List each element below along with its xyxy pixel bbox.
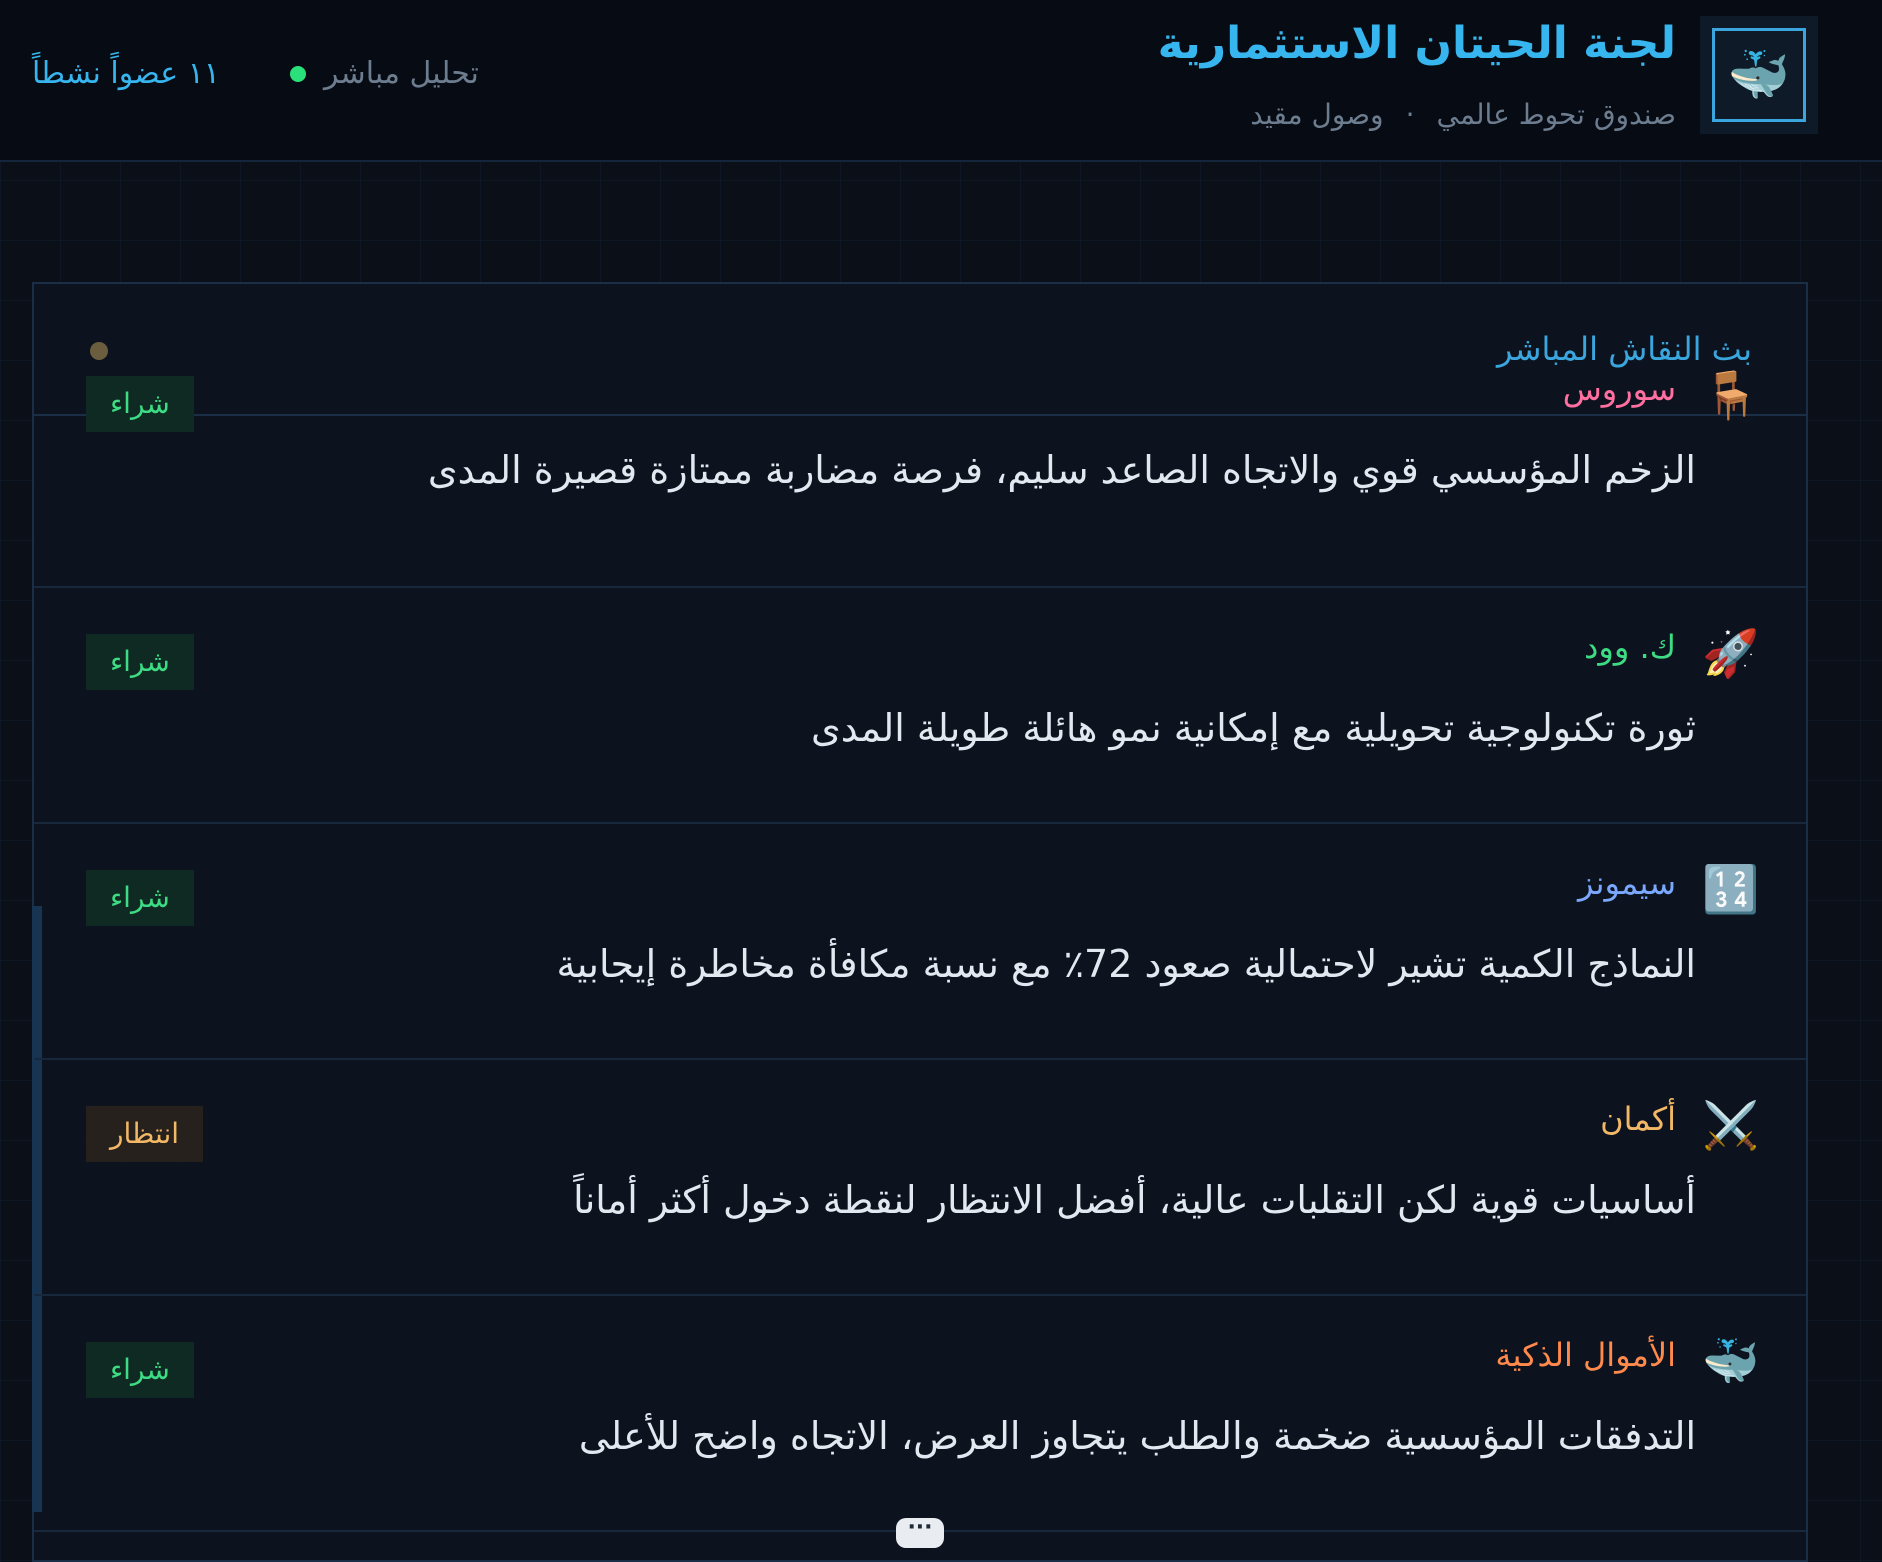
wait-badge: انتظار [86, 1106, 204, 1162]
message-text: التدفقات المؤسسية ضخمة والطلب يتجاوز الع… [578, 1414, 1696, 1458]
buy-badge: شراء [86, 376, 194, 432]
numbers-icon: 🔢 [1702, 862, 1760, 916]
logo: 🐳 [1700, 16, 1818, 134]
buy-badge: شراء [86, 1342, 194, 1398]
page-title: لجنة الحيتان الاستثمارية [1157, 18, 1676, 69]
more-button[interactable]: ··· [896, 1517, 944, 1548]
member-name: أكمان [1600, 1100, 1676, 1138]
message-item: 🐳 الأموال الذكية التدفقات المؤسسية ضخمة وا… [34, 1298, 1806, 1532]
live-label: تحليل مباشر [324, 56, 479, 91]
message-item: 🔢 سيمونز النماذج الكمية تشير لاحتمالية صعو… [34, 826, 1806, 1060]
message-text: ثورة تكنولوجية تحويلية مع إمكانية نمو ها… [810, 706, 1696, 750]
buy-badge: شراء [86, 634, 194, 690]
subtitle: صندوق تحوط عالمي · وصول مقيد [1250, 98, 1676, 131]
message-item: 🚀 ك. وود ثورة تكنولوجية تحويلية مع إمكانية… [34, 590, 1806, 824]
message-text: النماذج الكمية تشير لاحتمالية صعود 72٪ م… [556, 942, 1696, 986]
member-name: سوروس [1562, 370, 1676, 408]
subtitle-access: وصول مقيد [1250, 98, 1384, 131]
member-name: الأموال الذكية [1495, 1336, 1676, 1374]
rocket-icon: 🚀 [1702, 626, 1760, 680]
chess-pawn-icon: 🪑 [1702, 368, 1760, 422]
subtitle-separator: · [1405, 98, 1415, 131]
message-item: ⚔️ أكمان أساسيات قوية لكن التقلبات عالية، … [34, 1062, 1806, 1296]
message-text: أساسيات قوية لكن التقلبات عالية، أفضل ال… [573, 1178, 1696, 1222]
subtitle-fund: صندوق تحوط عالمي [1436, 98, 1677, 131]
header: 🐳 لجنة الحيتان الاستثمارية صندوق تحوط عا… [0, 0, 1882, 162]
message-item: 🪑 سوروس الزخم المؤسسي قوي والاتجاه الصاعد … [34, 354, 1806, 588]
whale-icon: 🐳 [1712, 28, 1806, 122]
buy-badge: شراء [86, 870, 194, 926]
live-status: تحليل مباشر [290, 56, 479, 91]
member-name: ك. وود [1584, 628, 1676, 666]
live-dot-icon [290, 65, 306, 82]
whale-icon: 🐳 [1702, 1334, 1760, 1388]
crossed-swords-icon: ⚔️ [1702, 1098, 1760, 1152]
message-text: الزخم المؤسسي قوي والاتجاه الصاعد سليم، … [427, 448, 1696, 492]
member-name: سيمونز [1577, 864, 1676, 902]
members-count: ١١ عضواً نشطاً [32, 56, 220, 91]
